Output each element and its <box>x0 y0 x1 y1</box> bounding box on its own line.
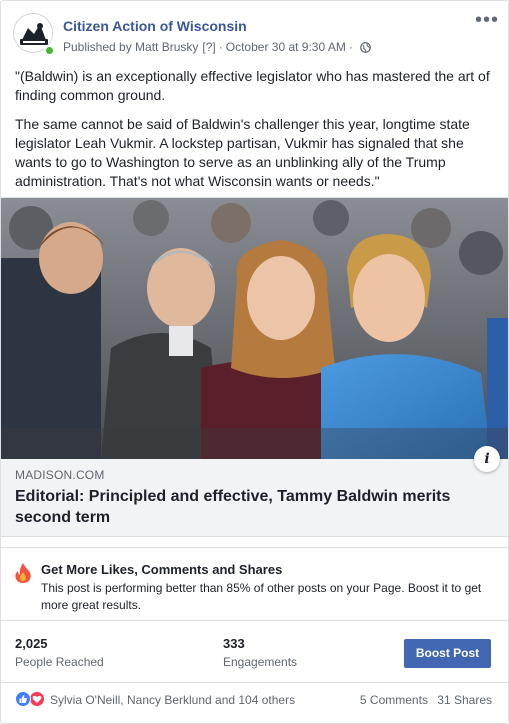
meta-separator-2: · <box>348 40 353 54</box>
link-preview-photo[interactable] <box>1 198 508 459</box>
link-preview[interactable]: i MADISON.COM Editorial: Principled and … <box>1 197 508 537</box>
published-by[interactable]: Published by Matt Brusky <box>63 40 198 54</box>
reactions-bar: Sylvia O'Neill, Nancy Berklund and 104 o… <box>1 684 508 723</box>
thumbs-up-glyph <box>19 695 27 703</box>
crowd-photo-illustration <box>1 198 508 459</box>
post-card: Citizen Action of Wisconsin Published by… <box>0 0 509 724</box>
post-insights: 2,025 People Reached 333 Engagements Boo… <box>1 621 508 683</box>
more-options-icon[interactable]: ••• <box>475 10 498 31</box>
boost-tip-title: Get More Likes, Comments and Shares <box>41 562 283 577</box>
heart-glyph <box>32 695 42 703</box>
engagement-counts: 5 Comments 31 Shares <box>360 693 492 707</box>
help-marker[interactable]: [?] <box>202 40 215 54</box>
people-reached-value[interactable]: 2,025 <box>15 636 48 651</box>
boost-post-button[interactable]: Boost Post <box>404 639 491 668</box>
shares-count[interactable]: 31 Shares <box>437 693 492 707</box>
like-reaction-icon[interactable] <box>15 691 31 707</box>
boost-tip-body: This post is performing better than 85% … <box>41 581 482 612</box>
people-reached-label: People Reached <box>15 655 104 669</box>
fire-icon <box>15 563 31 583</box>
online-status-indicator <box>44 45 55 56</box>
engagements-value[interactable]: 333 <box>223 636 245 651</box>
info-icon[interactable]: i <box>474 446 500 472</box>
link-domain: MADISON.COM <box>15 468 105 482</box>
page-name-link[interactable]: Citizen Action of Wisconsin <box>63 18 247 34</box>
engagements-label: Engagements <box>223 655 298 669</box>
post-meta: Published by Matt Brusky [?] · October 3… <box>63 40 371 54</box>
love-reaction-icon[interactable] <box>29 691 45 707</box>
post-timestamp[interactable]: October 30 at 9:30 AM <box>226 40 346 54</box>
post-paragraph-1: "(Baldwin) is an exceptionally effective… <box>15 68 490 103</box>
meta-separator: · <box>218 40 223 54</box>
post-paragraph-2: The same cannot be said of Baldwin's cha… <box>15 116 470 189</box>
comments-count[interactable]: 5 Comments <box>360 693 428 707</box>
post-message: "(Baldwin) is an exceptionally effective… <box>15 67 497 201</box>
link-headline[interactable]: Editorial: Principled and effective, Tam… <box>15 486 475 528</box>
globe-icon[interactable] <box>359 41 371 53</box>
boost-tip-panel: Get More Likes, Comments and Shares This… <box>1 547 508 621</box>
reactors-summary[interactable]: Sylvia O'Neill, Nancy Berklund and 104 o… <box>50 693 295 707</box>
post-header: Citizen Action of Wisconsin Published by… <box>1 1 508 61</box>
